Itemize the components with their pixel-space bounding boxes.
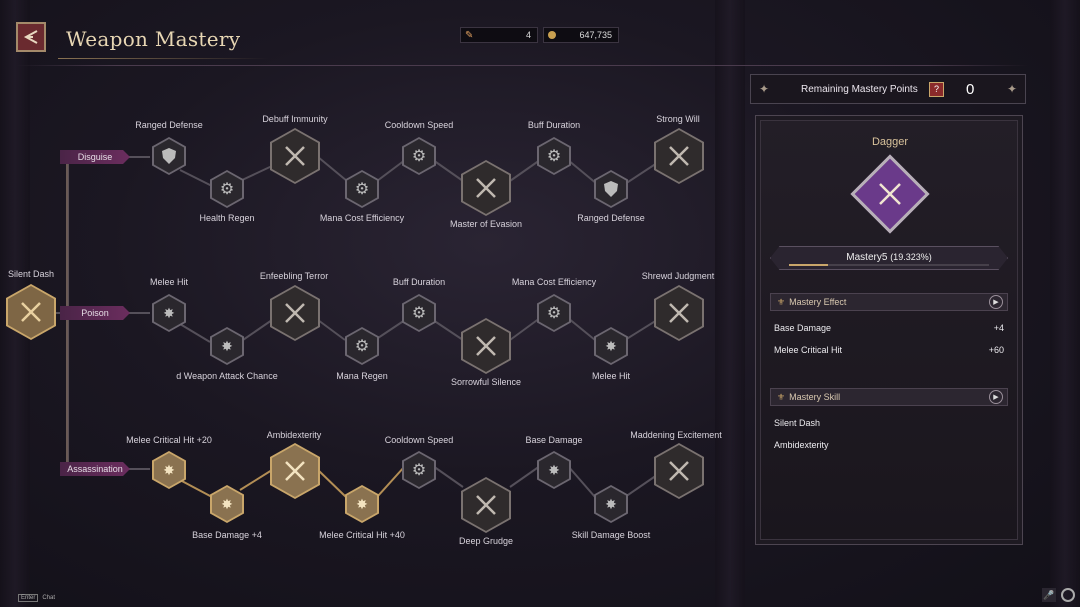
mastery-progress-track bbox=[789, 264, 989, 266]
crossed-daggers-icon bbox=[879, 183, 901, 205]
node-label: Master of Evasion bbox=[449, 219, 523, 229]
enter-key: Enter bbox=[18, 594, 39, 602]
crossed-daggers-icon bbox=[285, 146, 305, 166]
crossed-daggers-icon bbox=[669, 146, 689, 166]
node-label: Buff Duration bbox=[392, 277, 446, 287]
node-label: Base Damage +4 bbox=[192, 530, 262, 540]
skill-name: Ambidexterity bbox=[774, 440, 829, 450]
chat-hint[interactable]: Enter Chat bbox=[18, 594, 55, 602]
node-label: Ambidexterity bbox=[266, 430, 322, 440]
fleur-icon: ⚜ bbox=[777, 391, 786, 402]
strike-icon: ✸ bbox=[548, 461, 560, 478]
strike-icon: ✸ bbox=[605, 337, 617, 354]
mastery-percent: (19.323%) bbox=[890, 252, 932, 262]
strike-icon: ✸ bbox=[605, 495, 617, 512]
node-label: Mana Cost Efficiency bbox=[319, 213, 405, 223]
node-label: Base Damage bbox=[525, 435, 583, 445]
mastery-level: Mastery5 bbox=[846, 252, 888, 263]
node-label: Mana Regen bbox=[336, 371, 388, 381]
skill-name: Silent Dash bbox=[774, 418, 821, 428]
gear-icon: ⚙ bbox=[354, 181, 370, 198]
weapon-name: Dagger bbox=[871, 136, 909, 148]
node-label: Melee Hit bbox=[149, 277, 189, 287]
crossed-daggers-icon bbox=[669, 461, 689, 481]
node-label: d Weapon Attack Chance bbox=[176, 371, 278, 381]
effect-row: Melee Critical Hit +60 bbox=[774, 345, 1004, 355]
node-label: Health Regen bbox=[199, 213, 255, 223]
strike-icon: ✸ bbox=[221, 495, 233, 512]
node-label: Cooldown Speed bbox=[384, 120, 454, 130]
gear-icon: ⚙ bbox=[219, 181, 235, 198]
gear-icon: ⚙ bbox=[411, 462, 427, 479]
play-icon: ▶ bbox=[993, 394, 999, 401]
gear-icon: ⚙ bbox=[411, 305, 427, 322]
effect-value: +60 bbox=[988, 345, 1004, 355]
node-label: Maddening Excitement bbox=[630, 430, 722, 440]
node-label: Melee Hit bbox=[591, 371, 631, 381]
branch-tag-disguise[interactable]: Disguise bbox=[60, 150, 130, 164]
microphone-icon[interactable]: 🎤 bbox=[1042, 588, 1056, 602]
node-label: Ranged Defense bbox=[577, 213, 645, 223]
shield-icon bbox=[162, 148, 176, 164]
skill-row: Ambidexterity bbox=[774, 440, 1004, 450]
node-label: Deep Grudge bbox=[458, 536, 514, 546]
strike-icon: ✸ bbox=[163, 461, 175, 478]
mastery-info-panel: Dagger Mastery5 (19.323%) ⚜ Mastery Effe… bbox=[755, 115, 1023, 545]
crossed-daggers-icon bbox=[285, 303, 305, 323]
node-label: Buff Duration bbox=[527, 120, 581, 130]
crossed-daggers-icon bbox=[476, 178, 496, 198]
strike-icon: ✸ bbox=[356, 495, 368, 512]
mastery-progress-fill bbox=[789, 264, 828, 266]
crossed-daggers-icon bbox=[285, 461, 305, 481]
effect-row: Base Damage +4 bbox=[774, 323, 1004, 333]
mastery-skill-title: Mastery Skill bbox=[789, 392, 841, 402]
mastery-effect-header: ⚜ Mastery Effect ▶ bbox=[770, 293, 1008, 311]
branch-tag-assassination[interactable]: Assassination bbox=[60, 462, 130, 476]
node-label: Strong Will bbox=[656, 114, 700, 124]
branch-tag-poison[interactable]: Poison bbox=[60, 306, 130, 320]
node-label: Sorrowful Silence bbox=[450, 377, 522, 387]
node-label: Melee Critical Hit +20 bbox=[126, 435, 212, 445]
node-label: Shrewd Judgment bbox=[641, 271, 715, 281]
mastery-skill-play-button[interactable]: ▶ bbox=[989, 390, 1003, 404]
diamond-right-icon: ✦ bbox=[1006, 82, 1017, 96]
gear-icon: ⚙ bbox=[411, 148, 427, 165]
node-label: Mana Cost Efficiency bbox=[511, 277, 597, 287]
remaining-points-value: 0 bbox=[966, 80, 975, 98]
remaining-points-label: Remaining Mastery Points bbox=[801, 83, 918, 95]
strike-icon: ✸ bbox=[221, 337, 233, 354]
crossed-daggers-icon bbox=[669, 303, 689, 323]
node-label: Skill Damage Boost bbox=[571, 530, 651, 540]
mastery-effect-play-button[interactable]: ▶ bbox=[989, 295, 1003, 309]
node-label: Ranged Defense bbox=[135, 120, 203, 130]
node-label: Debuff Immunity bbox=[262, 114, 328, 124]
crossed-daggers-icon bbox=[476, 495, 496, 515]
node-label: Cooldown Speed bbox=[384, 435, 454, 445]
crossed-daggers-icon bbox=[21, 302, 41, 322]
fleur-icon: ⚜ bbox=[777, 296, 786, 307]
effect-value: +4 bbox=[993, 323, 1004, 333]
skill-row: Silent Dash bbox=[774, 418, 1004, 428]
diamond-left-icon: ✦ bbox=[759, 82, 770, 96]
gear-icon: ⚙ bbox=[354, 338, 370, 355]
gear-icon: ⚙ bbox=[546, 148, 562, 165]
help-button[interactable]: ? bbox=[929, 81, 944, 97]
gear-icon: ⚙ bbox=[546, 305, 562, 322]
shield-icon bbox=[604, 181, 618, 197]
root-label: Silent Dash bbox=[7, 269, 55, 279]
play-icon: ▶ bbox=[993, 299, 999, 306]
effect-name: Base Damage bbox=[774, 323, 832, 333]
mastery-level-text: Mastery5 (19.323%) bbox=[771, 252, 1007, 263]
chat-label: Chat bbox=[42, 595, 56, 601]
mastery-level-bar: Mastery5 (19.323%) bbox=[770, 246, 1008, 270]
mastery-skill-header: ⚜ Mastery Skill ▶ bbox=[770, 388, 1008, 406]
remaining-points-bar: ✦ Remaining Mastery Points ? 0 ✦ bbox=[750, 74, 1026, 104]
node-label: Melee Critical Hit +40 bbox=[319, 530, 405, 540]
strike-icon: ✸ bbox=[163, 304, 175, 321]
mastery-effect-title: Mastery Effect bbox=[789, 297, 847, 307]
node-label: Enfeebling Terror bbox=[259, 271, 329, 281]
effect-name: Melee Critical Hit bbox=[774, 345, 843, 355]
refresh-icon[interactable] bbox=[1061, 588, 1075, 602]
crossed-daggers-icon bbox=[476, 336, 496, 356]
